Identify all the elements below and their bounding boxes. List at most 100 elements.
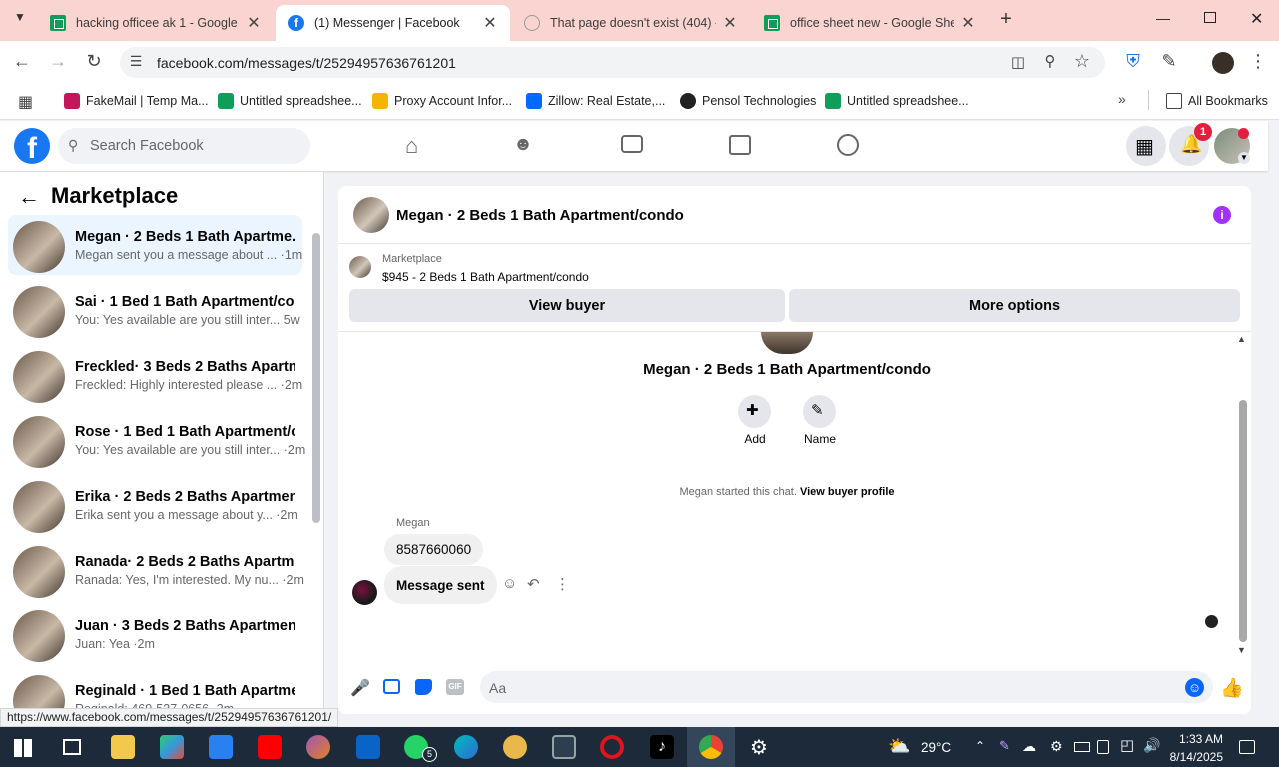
copilot-icon[interactable] <box>160 735 184 759</box>
new-tab-button[interactable]: + <box>994 8 1018 31</box>
file-explorer-icon[interactable] <box>111 735 135 759</box>
chat-scrollbar[interactable] <box>1239 400 1247 642</box>
clock-time[interactable]: 1:33 AM <box>1167 732 1223 746</box>
more-bookmarks-icon[interactable]: » <box>1118 91 1126 107</box>
settings-icon[interactable]: ⚙ <box>750 735 768 760</box>
close-icon[interactable]: ✕ <box>722 13 738 33</box>
tray-app-icon[interactable]: ⚙ <box>1050 738 1063 755</box>
sticker-icon[interactable] <box>415 679 432 695</box>
battery-icon[interactable] <box>1074 742 1090 752</box>
reply-icon[interactable]: ↶ <box>527 575 540 593</box>
tab-messenger[interactable]: f (1) Messenger | Facebook ✕ <box>276 5 510 41</box>
bookmark-star-icon[interactable]: ☆ <box>1070 51 1094 72</box>
install-app-icon[interactable]: ◫ <box>1006 53 1030 71</box>
conversation-item[interactable]: Rose · 1 Bed 1 Bath Apartment/c... You: … <box>8 410 305 470</box>
bookmark-zillow[interactable]: Zillow: Real Estate,... <box>526 92 665 110</box>
conversation-item[interactable]: Erika · 2 Beds 2 Baths Apartmen... Erika… <box>8 475 302 535</box>
listing-avatar[interactable] <box>349 256 371 278</box>
close-icon[interactable]: ✕ <box>960 13 976 33</box>
all-bookmarks[interactable]: All Bookmarks <box>1166 92 1268 110</box>
outlook-icon[interactable] <box>356 735 380 759</box>
edge-icon[interactable] <box>454 735 478 759</box>
pen-icon[interactable]: ✎ <box>999 738 1010 754</box>
bookmark-spreadsheet-1[interactable]: Untitled spreadshee... <box>218 92 362 110</box>
onedrive-icon[interactable]: ☁ <box>1022 738 1036 755</box>
scroll-up-icon[interactable]: ▲ <box>1237 334 1246 344</box>
bookmark-fakemail[interactable]: FakeMail | Temp Ma... <box>64 92 209 110</box>
bookmark-pensol[interactable]: Pensol Technologies <box>680 92 816 110</box>
microphone-icon[interactable]: 🎤 <box>350 678 370 698</box>
reload-icon[interactable]: ↻ <box>82 51 106 72</box>
conversation-item[interactable]: Ranada· 2 Beds 2 Baths Apartm... Ranada:… <box>8 540 304 600</box>
more-options-button[interactable]: More options <box>789 289 1240 322</box>
marketplace-icon[interactable] <box>729 135 751 155</box>
tab-search-button[interactable]: ▼ <box>8 10 32 30</box>
conversation-item[interactable]: Megan · 2 Beds 1 Bath Apartme... Megan s… <box>8 215 302 275</box>
home-icon[interactable]: ⌂ <box>405 133 418 159</box>
chat-header-avatar[interactable] <box>353 197 389 233</box>
extension-shield-icon[interactable]: ⛨ <box>1121 51 1145 72</box>
weather-icon[interactable]: ⛅ <box>888 736 910 757</box>
gif-icon[interactable]: GIF <box>446 679 464 695</box>
conversation-item[interactable]: Freckled· 3 Beds 2 Baths Apartm... Freck… <box>8 345 302 405</box>
volume-icon[interactable]: 🔊 <box>1143 737 1160 754</box>
bookmark-proxy[interactable]: Proxy Account Infor... <box>372 92 512 110</box>
chat-header-title[interactable]: Megan · 2 Beds 1 Bath Apartment/condo <box>396 207 684 224</box>
scroll-down-icon[interactable]: ▼ <box>1237 645 1246 655</box>
device-icon[interactable] <box>1097 740 1109 754</box>
apps-icon[interactable]: ▦ <box>18 92 33 112</box>
back-arrow-icon[interactable]: ← <box>18 184 40 210</box>
view-buyer-profile-link[interactable]: View buyer profile <box>800 486 895 498</box>
task-view-icon[interactable] <box>63 739 81 755</box>
close-window-button[interactable]: ✕ <box>1250 9 1263 29</box>
friends-icon[interactable]: ☻ <box>513 134 533 156</box>
wifi-icon[interactable]: ◰ <box>1120 736 1134 754</box>
tab-sheet-hacking[interactable]: hacking officee ak 1 - Google Sh ✕ <box>38 5 274 41</box>
back-icon[interactable]: ← <box>10 51 34 72</box>
listing-title[interactable]: $945 - 2 Beds 1 Bath Apartment/condo <box>382 270 589 284</box>
chrome-icon[interactable] <box>699 735 723 759</box>
medal-icon[interactable] <box>503 735 527 759</box>
forward-icon[interactable]: → <box>46 51 70 72</box>
react-emoji-icon[interactable]: ☺ <box>502 575 517 592</box>
message-input[interactable] <box>480 671 1213 703</box>
info-icon[interactable]: i <box>1213 206 1231 224</box>
emoji-icon[interactable]: ☺ <box>1185 678 1204 697</box>
chrome-menu-icon[interactable]: ⋮ <box>1246 51 1270 72</box>
tab-sheet-office[interactable]: office sheet new - Google Shee ✕ <box>752 5 988 41</box>
tray-chevron-icon[interactable]: ⌃ <box>975 739 985 753</box>
conversation-item[interactable]: Sai · 1 Bed 1 Bath Apartment/co... You: … <box>8 280 302 340</box>
store-icon[interactable] <box>209 735 233 759</box>
message-bubble[interactable]: 8587660060 <box>384 534 484 565</box>
facebook-logo-icon[interactable]: f <box>14 128 50 164</box>
extensions-icon[interactable]: ✎ <box>1157 51 1181 72</box>
tiktok-icon[interactable]: ♪ <box>650 735 674 759</box>
view-buyer-button[interactable]: View buyer <box>349 289 785 322</box>
more-actions-icon[interactable]: ⋮ <box>555 575 570 593</box>
youtube-icon[interactable] <box>258 735 282 759</box>
clock-date[interactable]: 8/14/2025 <box>1163 750 1223 764</box>
maximize-button[interactable] <box>1204 12 1216 23</box>
conversation-item[interactable]: Juan · 3 Beds 2 Baths Apartmen... Juan: … <box>8 604 302 664</box>
tab-404[interactable]: That page doesn't exist (404) - I ✕ <box>512 5 750 41</box>
like-thumb-icon[interactable]: 👍 <box>1220 676 1244 700</box>
photo-icon[interactable] <box>383 679 400 694</box>
message-bubble[interactable]: Message sent <box>384 566 497 604</box>
profile-avatar[interactable] <box>1212 52 1234 74</box>
bookmark-spreadsheet-2[interactable]: Untitled spreadshee... <box>825 92 969 110</box>
app-icon[interactable] <box>552 735 576 759</box>
site-info-icon[interactable]: ☰ <box>124 53 148 70</box>
zoom-icon[interactable]: ⚲ <box>1038 52 1062 70</box>
url-text[interactable]: facebook.com/messages/t/2529495763676120… <box>157 55 456 71</box>
notification-center-icon[interactable] <box>1239 740 1255 754</box>
minimize-button[interactable]: — <box>1156 10 1172 26</box>
app-icon[interactable] <box>306 735 330 759</box>
sidebar-scrollbar[interactable] <box>312 233 320 523</box>
groups-icon[interactable] <box>837 134 859 156</box>
sender-avatar[interactable] <box>352 580 377 605</box>
start-icon[interactable] <box>14 739 32 757</box>
close-icon[interactable]: ✕ <box>482 13 498 33</box>
close-icon[interactable]: ✕ <box>246 13 262 33</box>
opera-icon[interactable] <box>600 735 624 759</box>
video-icon[interactable] <box>621 135 643 153</box>
